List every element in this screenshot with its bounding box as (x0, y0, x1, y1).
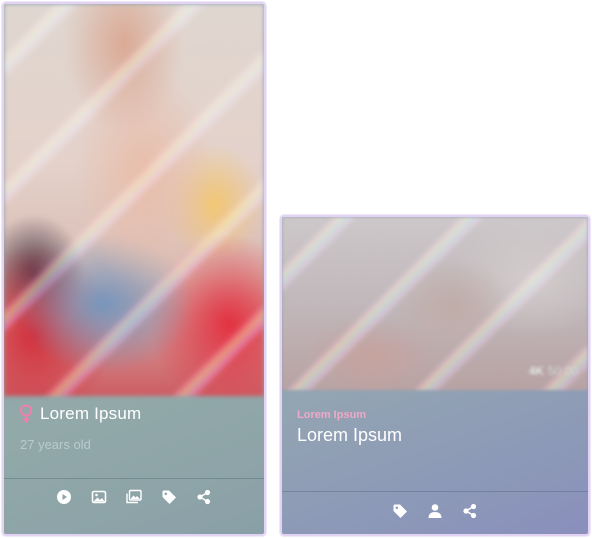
video-thumbnail[interactable]: 4K 50:00 (282, 217, 588, 390)
duration-label: 50:00 (547, 364, 578, 378)
play-icon[interactable] (55, 488, 73, 506)
divider (4, 478, 264, 479)
model-age: 27 years old (20, 437, 91, 452)
tag-icon[interactable] (160, 488, 178, 506)
gallery-icon[interactable] (125, 488, 143, 506)
image-icon[interactable] (90, 488, 108, 506)
video-card[interactable]: 4K 50:00 Lorem Ipsum Lorem Ipsum (280, 215, 590, 536)
user-icon[interactable] (426, 502, 444, 520)
model-thumbnail[interactable] (4, 4, 264, 396)
holographic-overlay (4, 4, 264, 396)
share-icon[interactable] (195, 488, 213, 506)
tag-icon[interactable] (391, 502, 409, 520)
video-badge: 4K 50:00 (529, 364, 578, 378)
divider (282, 491, 588, 492)
video-actions (282, 502, 588, 524)
share-icon[interactable] (461, 502, 479, 520)
model-actions (4, 488, 264, 512)
quality-label: 4K (528, 364, 544, 378)
video-title[interactable]: Lorem Ipsum (297, 425, 402, 446)
model-card[interactable]: Lorem Ipsum 27 years old (2, 2, 266, 536)
texture-overlay (4, 4, 264, 396)
model-title-row: Lorem Ipsum (18, 404, 141, 424)
model-name[interactable]: Lorem Ipsum (40, 404, 141, 424)
female-icon (18, 404, 34, 424)
video-performer-link[interactable]: Lorem Ipsum (297, 409, 366, 421)
